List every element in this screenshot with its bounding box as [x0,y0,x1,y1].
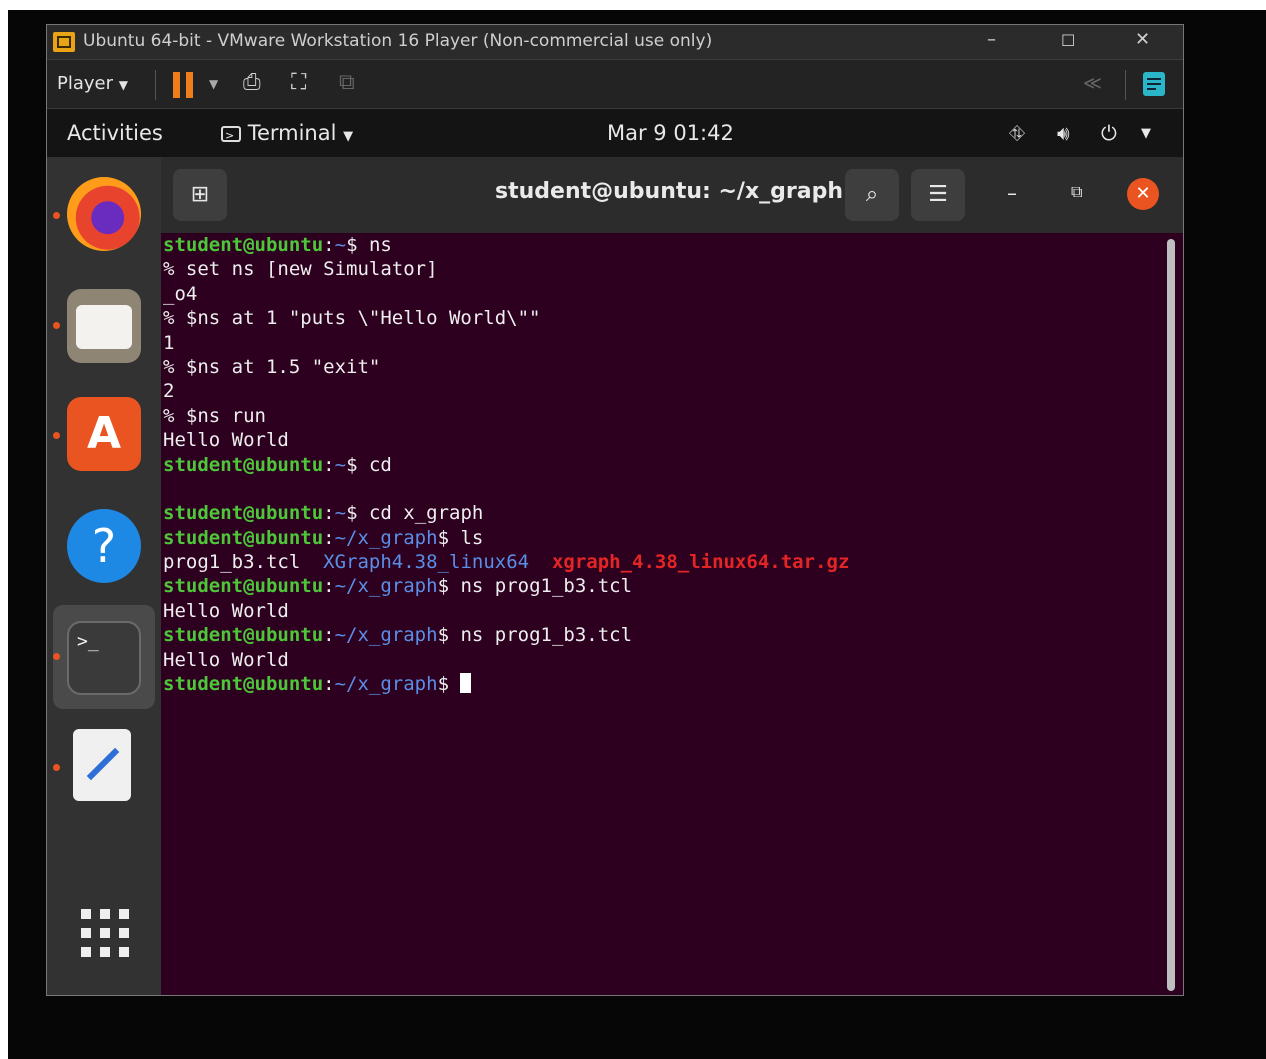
maximize-button[interactable]: ☐ [1061,31,1075,50]
toolbar-divider [155,70,156,100]
notes-icon[interactable] [1143,72,1165,96]
terminal-line: 1 [163,331,175,354]
unity-mode-icon[interactable]: ⧉ [339,70,355,95]
text-cursor [460,673,472,694]
activities-button[interactable]: Activities [67,121,163,145]
vmware-window: Ubuntu 64-bit - VMware Workstation 16 Pl… [46,24,1184,996]
clock[interactable]: Mar 9 01:42 [607,121,734,145]
running-indicator [53,653,60,660]
firefox-icon[interactable] [67,177,141,251]
pause-icon [173,72,180,98]
show-applications-icon[interactable] [81,909,129,957]
terminal-line: 2 [163,380,175,403]
send-ctrl-alt-del-icon[interactable]: ⎙ [243,70,261,95]
terminal-line: _o4 [163,282,198,305]
terminal-line: student@ubuntu:~/x_graph$ ns prog1_b3.tc… [163,575,633,598]
vmware-toolbar: Player ▼ ▼ ⎙ ⛶ ⧉ ≪ [47,59,1183,109]
gnome-top-bar: Activities >_ Terminal ▼ Mar 9 01:42 ⛗ 🔊… [47,109,1183,157]
terminal-line: student@ubuntu:~/x_graph$ ls [163,526,484,549]
terminal-line: % $ns at 1 "puts \"Hello World\"" [163,307,541,330]
terminal-line: % $ns at 1.5 "exit" [163,355,381,378]
software-store-icon[interactable]: A [67,397,141,471]
terminal-title: student@ubuntu: ~/x_graph [495,179,844,204]
directory-entry: XGraph4.38_linux64 [323,551,530,574]
file-entry: prog1_b3.tcl [163,551,301,574]
pause-button[interactable] [173,72,195,98]
terminal-line: Hello World [163,648,289,671]
volume-icon[interactable]: 🔊︎ [1057,121,1070,145]
pause-options-chevron-icon[interactable]: ▼ [209,77,218,91]
search-button[interactable]: ⌕ [845,169,899,221]
close-button[interactable]: ✕ [1135,29,1150,50]
terminal-line: student@ubuntu:~/x_graph$ [163,672,1163,696]
terminal-app-icon: >_ [221,126,241,142]
running-indicator [53,432,60,439]
hamburger-menu-icon: ☰ [928,182,948,207]
app-menu-terminal[interactable]: >_ Terminal ▼ [221,121,353,145]
new-tab-button[interactable]: ⊞ [173,169,227,221]
archive-entry: xgraph_4.38_linux64.tar.gz [551,551,850,574]
terminal-line: student@ubuntu:~$ cd [163,453,392,476]
terminal-scrollbar[interactable] [1167,239,1175,991]
help-icon[interactable]: ? [67,509,141,583]
collapse-toolbar-icon[interactable]: ≪ [1083,73,1102,94]
running-indicator [53,322,60,329]
terminal-close-button[interactable]: ✕ [1127,178,1159,210]
terminal-restore-button[interactable]: ⧉ [1071,182,1082,202]
search-icon: ⌕ [865,182,879,207]
terminal-line: student@ubuntu:~/x_graph$ ns prog1_b3.tc… [163,624,633,647]
terminal-line: % set ns [new Simulator] [163,258,438,281]
screen-background: Ubuntu 64-bit - VMware Workstation 16 Pl… [8,10,1266,1059]
fullscreen-icon[interactable]: ⛶ [291,70,306,95]
menu-button[interactable]: ☰ [911,169,965,221]
window-title: Ubuntu 64-bit - VMware Workstation 16 Pl… [83,31,713,51]
minimize-button[interactable]: – [987,29,996,50]
chevron-down-icon: ▼ [343,129,354,144]
power-icon[interactable]: ⏻ [1101,121,1117,145]
terminal-line: Hello World [163,599,289,622]
running-indicator [53,212,60,219]
app-menu-label: Terminal [247,121,337,145]
terminal-line: prog1_b3.tcl XGraph4.38_linux64 xgraph_4… [163,550,1163,574]
terminal-line: student@ubuntu:~$ cd x_graph [163,502,484,525]
terminal-minimize-button[interactable]: – [1007,181,1017,205]
terminal-dock-icon[interactable]: >_ [67,621,141,695]
new-tab-icon: ⊞ [190,182,210,207]
system-menu-chevron-icon[interactable]: ▼ [1141,126,1151,141]
player-menu-button[interactable]: Player ▼ [57,73,128,94]
chevron-down-icon: ▼ [118,78,128,92]
running-indicator [53,764,60,771]
network-icon[interactable]: ⛗ [1009,121,1025,145]
ubuntu-dock: A ? >_ [47,157,161,995]
terminal-line: % $ns run [163,404,266,427]
terminal-line: student@ubuntu:~$ ns [163,234,392,256]
guest-display: Activities >_ Terminal ▼ Mar 9 01:42 ⛗ 🔊… [47,109,1183,995]
vmware-logo-icon [53,32,75,52]
window-titlebar: Ubuntu 64-bit - VMware Workstation 16 Pl… [47,25,1183,59]
files-icon[interactable] [67,289,141,363]
terminal-line: Hello World [163,429,289,452]
pause-icon-bar [186,72,193,98]
terminal-output[interactable]: student@ubuntu:~$ ns % set ns [new Simul… [163,233,1163,995]
toolbar-divider [1125,70,1126,100]
player-menu-label: Player [57,73,114,94]
terminal-headerbar: ⊞ student@ubuntu: ~/x_graph ⌕ ☰ – ⧉ ✕ [161,157,1183,233]
text-editor-icon[interactable] [73,729,131,801]
